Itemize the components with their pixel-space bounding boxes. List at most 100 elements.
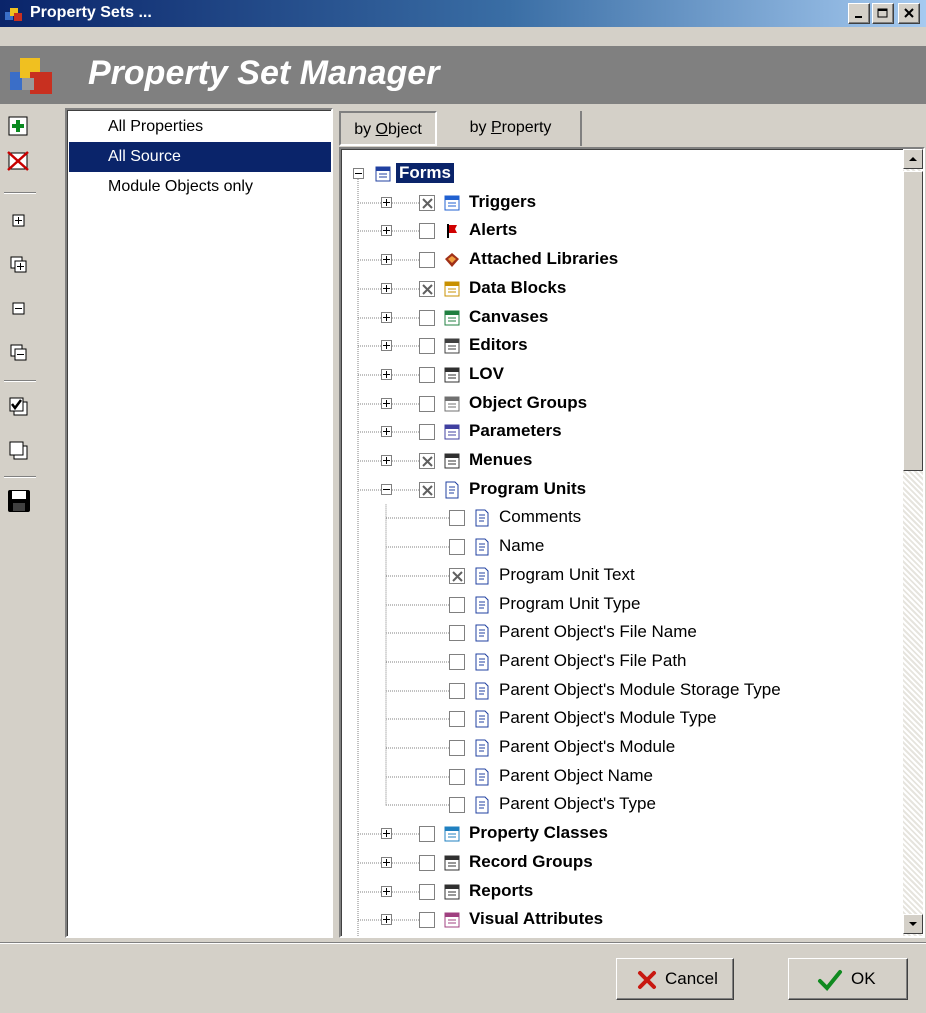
- collapse-node-button[interactable]: [381, 483, 392, 495]
- maximize-button[interactable]: [872, 3, 894, 24]
- tree-row[interactable]: Parent Object's Type: [341, 791, 901, 819]
- tree-row[interactable]: Parent Object Name: [341, 763, 901, 791]
- tree-row[interactable]: Visual Attributes: [341, 906, 901, 934]
- tree-row[interactable]: Record Groups: [341, 849, 901, 877]
- check-all-button[interactable]: [6, 394, 32, 420]
- ok-button[interactable]: OK: [788, 958, 908, 1000]
- tree-row[interactable]: Object Groups: [341, 390, 901, 418]
- expand-node-button[interactable]: [381, 311, 392, 323]
- tab-by-property[interactable]: by Property: [441, 111, 582, 146]
- list-item[interactable]: Module Objects only: [69, 172, 331, 202]
- checkbox[interactable]: [419, 481, 435, 498]
- checkbox[interactable]: [419, 453, 435, 469]
- checkbox[interactable]: [419, 366, 435, 383]
- scroll-up-button[interactable]: [903, 149, 923, 169]
- expand-node-button[interactable]: [381, 282, 392, 294]
- lov-icon: [444, 367, 460, 383]
- checkbox[interactable]: [449, 682, 465, 699]
- checkbox[interactable]: [449, 740, 465, 756]
- checkbox[interactable]: [419, 280, 435, 297]
- expand-node-button[interactable]: [381, 828, 392, 840]
- object-tree[interactable]: Forms Triggers Alerts Attached Libraries Dat…: [339, 147, 925, 938]
- checkbox[interactable]: [449, 596, 465, 613]
- check-mark-icon: [452, 571, 463, 582]
- checkbox[interactable]: [449, 797, 465, 814]
- tab-by-object[interactable]: by Object: [339, 111, 437, 146]
- checkbox[interactable]: [419, 424, 435, 441]
- checkbox[interactable]: [419, 309, 435, 326]
- tree-row[interactable]: Parent Object's Module: [341, 734, 901, 762]
- expand-node-button[interactable]: [381, 885, 392, 897]
- tree-row[interactable]: Data Blocks: [341, 275, 901, 303]
- expand-node-button[interactable]: [381, 914, 392, 926]
- expand-node-button[interactable]: [381, 426, 392, 438]
- tree-row[interactable]: Attached Libraries: [341, 246, 901, 274]
- checkbox[interactable]: [419, 395, 435, 412]
- property-set-list[interactable]: All Properties All Source Module Objects…: [65, 108, 333, 938]
- checkbox[interactable]: [419, 252, 435, 269]
- checkbox[interactable]: [449, 510, 465, 527]
- checkbox[interactable]: [419, 912, 435, 929]
- expand-node-button[interactable]: [381, 455, 392, 466]
- tree-row[interactable]: Forms: [341, 160, 901, 188]
- expand-node-button[interactable]: [381, 397, 392, 409]
- checkbox[interactable]: [449, 625, 465, 642]
- checkbox[interactable]: [449, 567, 465, 584]
- tree-row[interactable]: Property Classes: [341, 820, 901, 848]
- save-button[interactable]: [6, 488, 32, 514]
- expand-node-button[interactable]: [381, 225, 392, 237]
- tree-row[interactable]: Triggers: [341, 189, 901, 217]
- checkbox[interactable]: [419, 826, 435, 843]
- tree-row[interactable]: Comments: [341, 504, 901, 532]
- checkbox[interactable]: [419, 338, 435, 355]
- expand-node-button[interactable]: [381, 196, 392, 208]
- scroll-down-button[interactable]: [903, 914, 923, 934]
- expand-node-button[interactable]: [381, 340, 392, 352]
- tree-row[interactable]: Parent Object's Module Storage Type: [341, 677, 901, 705]
- collapse-all-button[interactable]: [6, 340, 32, 366]
- plus-icon: [383, 858, 390, 866]
- add-set-button[interactable]: [6, 114, 32, 140]
- checkbox[interactable]: [449, 711, 465, 728]
- expand-button[interactable]: [6, 208, 32, 234]
- tree-row[interactable]: Program Units: [341, 476, 901, 504]
- tree-row[interactable]: Canvases: [341, 304, 901, 332]
- expand-all-button[interactable]: [6, 252, 32, 278]
- close-button[interactable]: [898, 3, 920, 24]
- delete-set-button[interactable]: [6, 148, 32, 174]
- list-item[interactable]: All Properties: [69, 112, 331, 142]
- minimize-button[interactable]: [848, 3, 870, 24]
- tree-row[interactable]: Program Unit Type: [341, 591, 901, 619]
- tree-row[interactable]: Parent Object's File Path: [341, 648, 901, 676]
- uncheck-all-button[interactable]: [6, 438, 32, 464]
- checkbox[interactable]: [419, 854, 435, 871]
- scroll-thumb[interactable]: [903, 171, 923, 471]
- tree-row[interactable]: LOV: [341, 361, 901, 389]
- cancel-button[interactable]: Cancel: [616, 958, 734, 1000]
- tree-row[interactable]: Alerts: [341, 217, 901, 245]
- checkbox[interactable]: [419, 883, 435, 900]
- tree-row[interactable]: Name: [341, 533, 901, 561]
- tree-node-label: Object Groups: [469, 392, 588, 412]
- tree-row[interactable]: Parameters: [341, 418, 901, 446]
- checkbox[interactable]: [419, 223, 435, 240]
- checkbox[interactable]: [449, 653, 465, 670]
- tree-row[interactable]: Parent Object's File Name: [341, 619, 901, 647]
- tree-node-label: Parent Object's Module Storage Type: [499, 679, 781, 699]
- tree-row[interactable]: Menues: [341, 447, 901, 475]
- checkbox[interactable]: [449, 768, 465, 785]
- tree-row[interactable]: Program Unit Text: [341, 562, 901, 590]
- list-item[interactable]: All Source: [69, 142, 331, 172]
- tree-node-label: Forms: [396, 163, 454, 183]
- expand-node-button[interactable]: [381, 856, 392, 868]
- tree-row[interactable]: Reports: [341, 878, 901, 906]
- collapse-button[interactable]: [6, 296, 32, 322]
- collapse-node-button[interactable]: [353, 168, 364, 179]
- checkbox[interactable]: [449, 539, 465, 556]
- vertical-scrollbar[interactable]: [903, 149, 923, 936]
- tree-row[interactable]: Parent Object's Module Type: [341, 705, 901, 733]
- expand-node-button[interactable]: [381, 254, 392, 266]
- expand-node-button[interactable]: [381, 368, 392, 380]
- tree-row[interactable]: Editors: [341, 332, 901, 360]
- checkbox[interactable]: [419, 194, 435, 211]
